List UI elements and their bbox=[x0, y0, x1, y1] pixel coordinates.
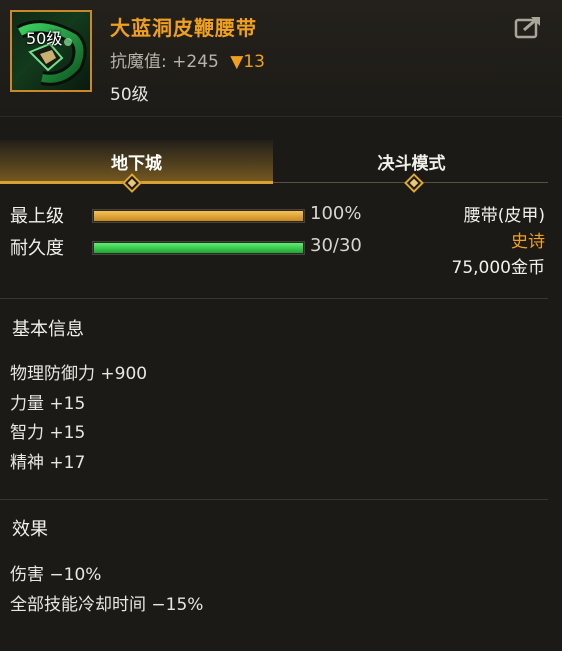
divider bbox=[0, 499, 548, 500]
item-name: 大蓝洞皮鞭腰带 bbox=[110, 16, 257, 40]
divider bbox=[0, 298, 548, 299]
share-icon bbox=[514, 16, 540, 39]
durability-label: 耐久度 bbox=[10, 238, 64, 259]
stat-delta: ▼13 bbox=[230, 52, 265, 72]
grade-bar-fill bbox=[94, 211, 303, 221]
durability-bar-fill bbox=[94, 243, 303, 253]
item-rarity: 史诗 bbox=[511, 232, 545, 252]
effects-list: 伤害 −10% 全部技能冷却时间 −15% bbox=[10, 561, 203, 620]
stat-label: 抗魔值: bbox=[110, 52, 167, 72]
list-item: 力量 +15 bbox=[10, 393, 86, 414]
mode-tabs: 地下城 决斗模式 bbox=[0, 140, 548, 193]
share-button[interactable] bbox=[514, 14, 544, 40]
grade-label: 最上级 bbox=[10, 206, 64, 227]
required-level: 50级 bbox=[110, 85, 149, 105]
list-item: 全部技能冷却时间 −15% bbox=[10, 594, 204, 615]
item-header: 50级 大蓝洞皮鞭腰带 抗魔值: +245 ▼13 50级 bbox=[0, 0, 562, 117]
grade-bar bbox=[92, 209, 305, 223]
item-price: 75,000金币 bbox=[451, 258, 545, 278]
effects-title: 效果 bbox=[12, 519, 48, 540]
basic-info-title: 基本信息 bbox=[12, 319, 84, 340]
basic-info-list: 物理防御力 +900 力量 +15 智力 +15 精神 +17 bbox=[10, 360, 147, 478]
stat-value: +245 bbox=[172, 52, 219, 72]
magic-resist-line: 抗魔值: +245 ▼13 bbox=[110, 47, 265, 72]
tab-dungeon[interactable]: 地下城 bbox=[0, 140, 273, 182]
grade-value: 100% bbox=[310, 203, 362, 224]
belt-item-icon[interactable]: 50级 bbox=[10, 10, 92, 92]
list-item: 智力 +15 bbox=[10, 423, 86, 443]
item-meta: 腰带(皮甲) 史诗 75,000金币 bbox=[452, 203, 545, 281]
durability-value: 30/30 bbox=[310, 235, 362, 256]
item-level-badge: 50级 bbox=[26, 29, 63, 48]
list-item: 伤害 −10% bbox=[10, 565, 102, 585]
list-item: 物理防御力 +900 bbox=[10, 364, 148, 384]
item-type: 腰带(皮甲) bbox=[463, 206, 545, 226]
durability-bar bbox=[92, 241, 305, 255]
list-item: 精神 +17 bbox=[10, 452, 86, 473]
